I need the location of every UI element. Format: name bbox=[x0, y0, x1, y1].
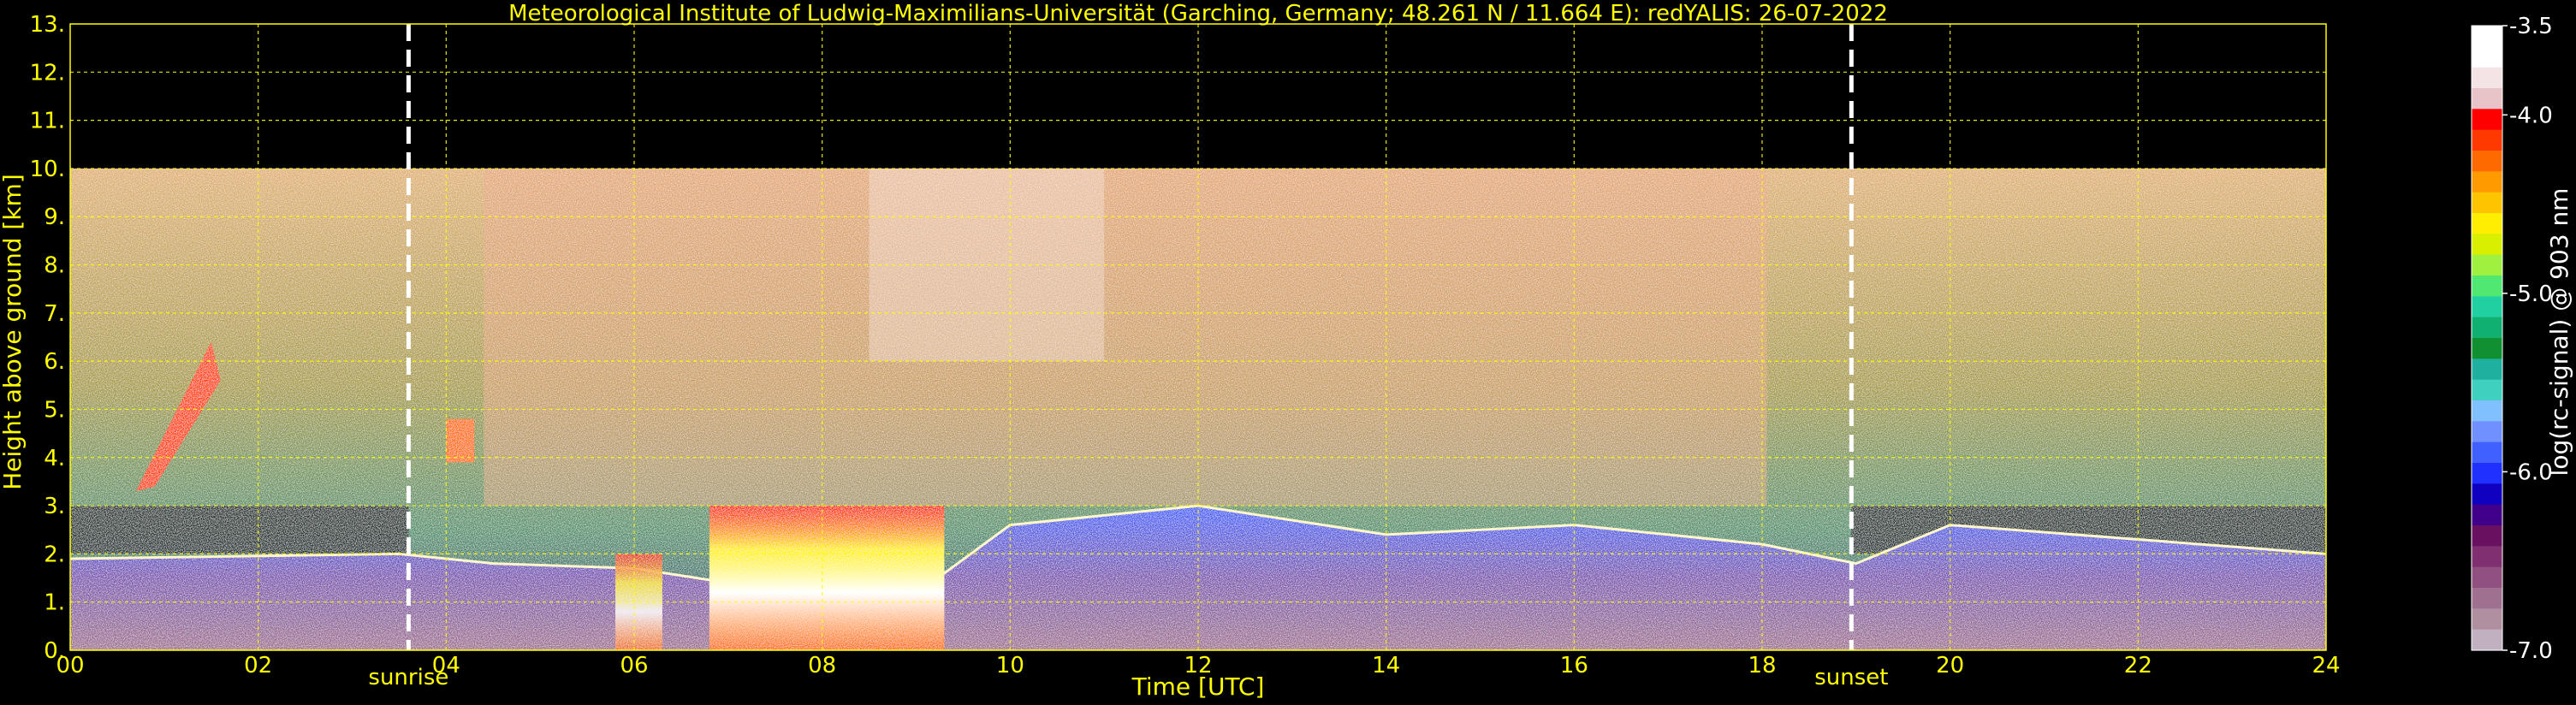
colorbar-segment bbox=[2472, 234, 2502, 256]
y-tick-label: 9. bbox=[44, 204, 65, 230]
colorbar-segment bbox=[2472, 129, 2502, 151]
colorbar-tick-label: -3.5 bbox=[2509, 14, 2553, 39]
y-tick-label: 12. bbox=[30, 60, 65, 86]
y-tick-label: 2. bbox=[44, 542, 65, 567]
x-tick-label: 18 bbox=[1748, 653, 1776, 678]
low-cloud-block bbox=[709, 506, 945, 650]
colorbar-segment bbox=[2472, 588, 2502, 609]
colorbar-segment bbox=[2472, 151, 2502, 172]
x-tick-label: 10 bbox=[996, 653, 1024, 678]
colorbar-segment bbox=[2472, 463, 2502, 484]
colorbar-segment bbox=[2472, 338, 2502, 359]
colorbar-segment bbox=[2472, 109, 2502, 131]
colorbar-segment bbox=[2472, 254, 2502, 276]
y-tick-label: 13. bbox=[30, 12, 65, 38]
y-tick-label: 7. bbox=[44, 301, 65, 327]
colorbar-tick-label: -4.0 bbox=[2509, 103, 2553, 128]
colorbar-segment bbox=[2472, 213, 2502, 234]
colorbar-segment bbox=[2472, 317, 2502, 339]
colorbar-segment bbox=[2472, 421, 2502, 443]
colorbar-segment bbox=[2472, 26, 2502, 47]
colorbar-segment bbox=[2472, 400, 2502, 422]
colorbar-segment bbox=[2472, 483, 2502, 506]
colorbar-label: log(rc-signal) @ 903 nm bbox=[2545, 188, 2573, 477]
daytime-noise bbox=[484, 168, 1767, 507]
y-tick-label: 11. bbox=[30, 109, 65, 134]
daytime-noise-bright bbox=[869, 168, 1105, 362]
colorbar-segment bbox=[2472, 171, 2502, 193]
night-clear-layer bbox=[70, 506, 409, 554]
colorbar-segment bbox=[2472, 566, 2502, 589]
chart-title: Meteorological Institute of Ludwig-Maxim… bbox=[508, 1, 1888, 27]
event-label: sunrise bbox=[368, 665, 448, 690]
x-tick-label: 16 bbox=[1560, 653, 1588, 678]
colorbar-segment bbox=[2472, 504, 2502, 526]
elevated-patch bbox=[446, 418, 475, 463]
x-tick-label: 06 bbox=[620, 653, 648, 678]
colorbar-segment bbox=[2472, 275, 2502, 297]
x-axis-label: Time [UTC] bbox=[1131, 672, 1265, 701]
colorbar-tick-label: -7.0 bbox=[2509, 638, 2553, 664]
colorbar-segment bbox=[2472, 629, 2502, 651]
event-label: sunset bbox=[1814, 665, 1888, 690]
y-tick-label: 5. bbox=[44, 397, 65, 423]
y-tick-label: 6. bbox=[44, 349, 65, 375]
lidar-chart: 00 02 04 06 08 10 12 14 16 18 20 22 240.1.2.3.4.5.6.… bbox=[0, 0, 2576, 705]
y-tick-label: 3. bbox=[44, 494, 65, 519]
y-tick-label: 1. bbox=[44, 590, 65, 616]
colorbar-segment bbox=[2472, 192, 2502, 214]
y-tick-label: 4. bbox=[44, 446, 65, 471]
colorbar-segment bbox=[2472, 88, 2502, 110]
colorbar-segment bbox=[2472, 358, 2502, 381]
colorbar-segment bbox=[2472, 379, 2502, 401]
colorbar-segment bbox=[2472, 608, 2502, 631]
y-tick-label: 8. bbox=[44, 253, 65, 279]
colorbar-segment bbox=[2472, 46, 2502, 68]
x-tick-label: 08 bbox=[808, 653, 836, 678]
x-tick-label: 02 bbox=[244, 653, 272, 678]
colorbar-segment bbox=[2472, 67, 2502, 89]
y-tick-label: 0. bbox=[44, 638, 65, 664]
y-axis-label: Height above ground [km] bbox=[0, 174, 27, 490]
x-tick-label: 20 bbox=[1936, 653, 1964, 678]
colorbar-segment bbox=[2472, 441, 2502, 464]
colorbar-segment bbox=[2472, 546, 2502, 568]
x-tick-label: 24 bbox=[2312, 653, 2340, 678]
colorbar-segment bbox=[2472, 296, 2502, 318]
x-tick-label: 14 bbox=[1372, 653, 1400, 678]
colorbar-segment bbox=[2472, 525, 2502, 547]
x-tick-label: 22 bbox=[2124, 653, 2152, 678]
y-tick-label: 10. bbox=[30, 157, 65, 182]
